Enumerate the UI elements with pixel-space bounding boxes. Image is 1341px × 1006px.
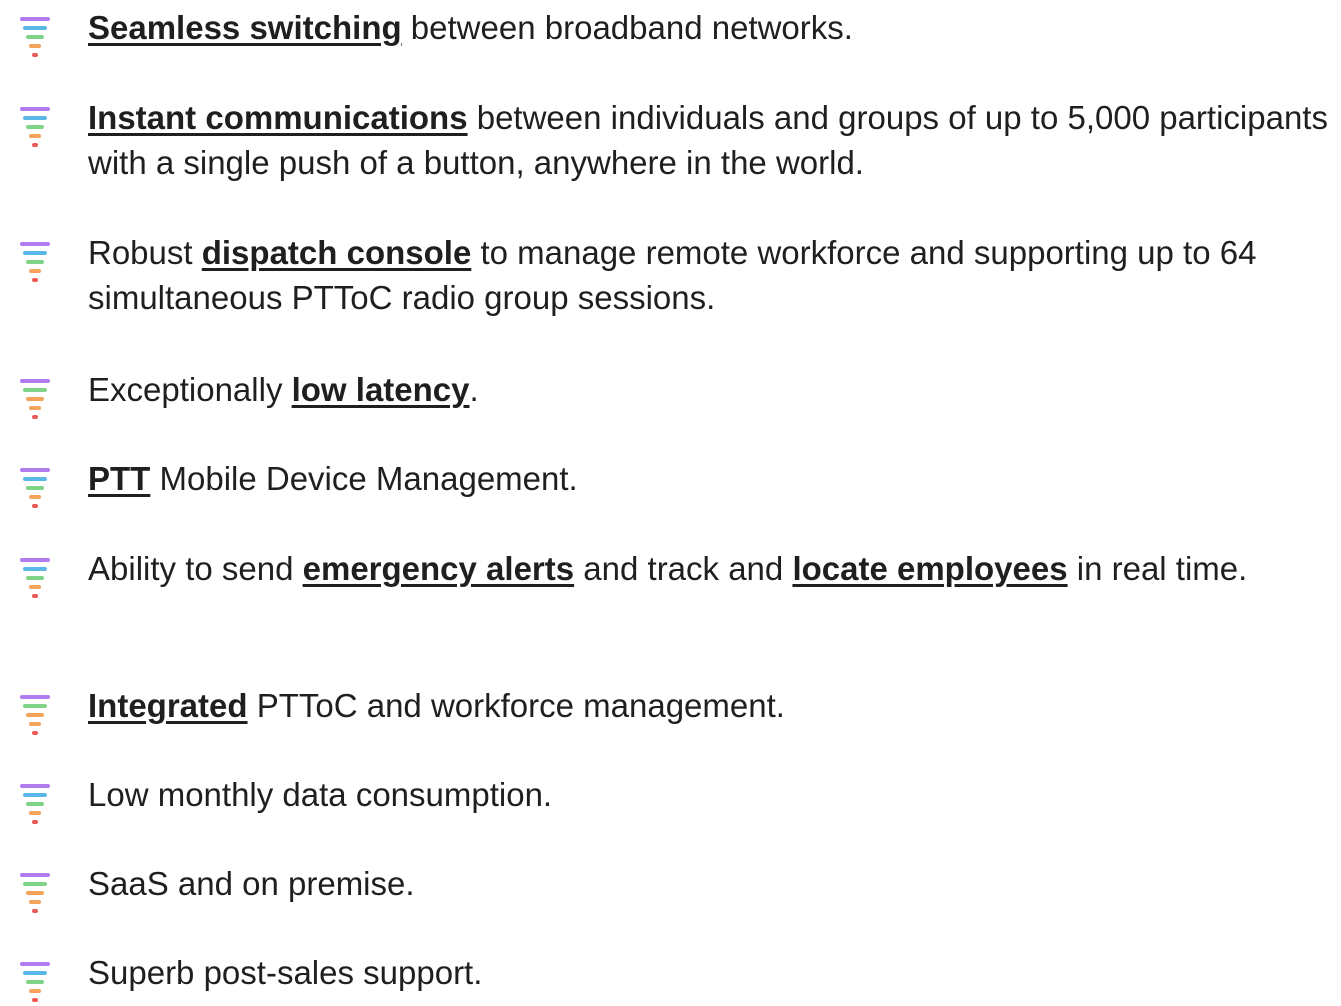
feature-text-segment: Low monthly data consumption. <box>88 776 553 813</box>
feature-text-segment: Mobile Device Management. <box>150 460 578 497</box>
feature-highlight: emergency alerts <box>302 550 575 587</box>
feature-text: Integrated PTToC and workforce managemen… <box>88 683 1333 728</box>
feature-highlight: low latency <box>291 371 470 408</box>
layered-bars-bullet-icon <box>20 784 56 828</box>
feature-text: PTT Mobile Device Management. <box>88 456 1333 501</box>
feature-highlight: dispatch console <box>201 234 472 271</box>
layered-bars-bullet-icon <box>20 107 56 151</box>
feature-highlight: locate employees <box>792 550 1068 587</box>
feature-text: Superb post-sales support. <box>88 950 1333 995</box>
layered-bars-bullet-icon <box>20 242 56 286</box>
feature-text: Seamless switching between broadband net… <box>88 5 1333 50</box>
feature-highlight: Seamless switching <box>88 9 402 46</box>
feature-text-segment: and track and <box>574 550 793 587</box>
layered-bars-bullet-icon <box>20 17 56 61</box>
feature-text: Instant communications between individua… <box>88 95 1333 185</box>
feature-text: Ability to send emergency alerts and tra… <box>88 546 1333 591</box>
feature-text-segment: between broadband networks. <box>401 9 853 46</box>
feature-text-segment: SaaS and on premise. <box>88 865 415 902</box>
feature-highlight: Integrated <box>88 687 248 724</box>
feature-text-segment: Superb post-sales support. <box>88 954 483 991</box>
feature-text-segment: Ability to send <box>88 550 303 587</box>
layered-bars-bullet-icon <box>20 962 56 1006</box>
feature-text: SaaS and on premise. <box>88 861 1333 906</box>
feature-highlight: Instant communications <box>88 99 468 136</box>
feature-text-segment: in real time. <box>1067 550 1248 587</box>
layered-bars-bullet-icon <box>20 873 56 917</box>
feature-text-segment: . <box>469 371 479 408</box>
layered-bars-bullet-icon <box>20 468 56 512</box>
layered-bars-bullet-icon <box>20 695 56 739</box>
feature-text: Robust dispatch console to manage remote… <box>88 230 1333 320</box>
feature-text-segment: PTToC and workforce management. <box>247 687 785 724</box>
feature-text: Low monthly data consumption. <box>88 772 1333 817</box>
feature-list: Seamless switching between broadband net… <box>0 0 1341 1002</box>
layered-bars-bullet-icon <box>20 558 56 602</box>
feature-highlight: PTT <box>88 460 151 497</box>
feature-text-segment: Robust <box>88 234 202 271</box>
feature-text-segment: Exceptionally <box>88 371 292 408</box>
feature-text: Exceptionally low latency. <box>88 367 1333 412</box>
layered-bars-bullet-icon <box>20 379 56 423</box>
